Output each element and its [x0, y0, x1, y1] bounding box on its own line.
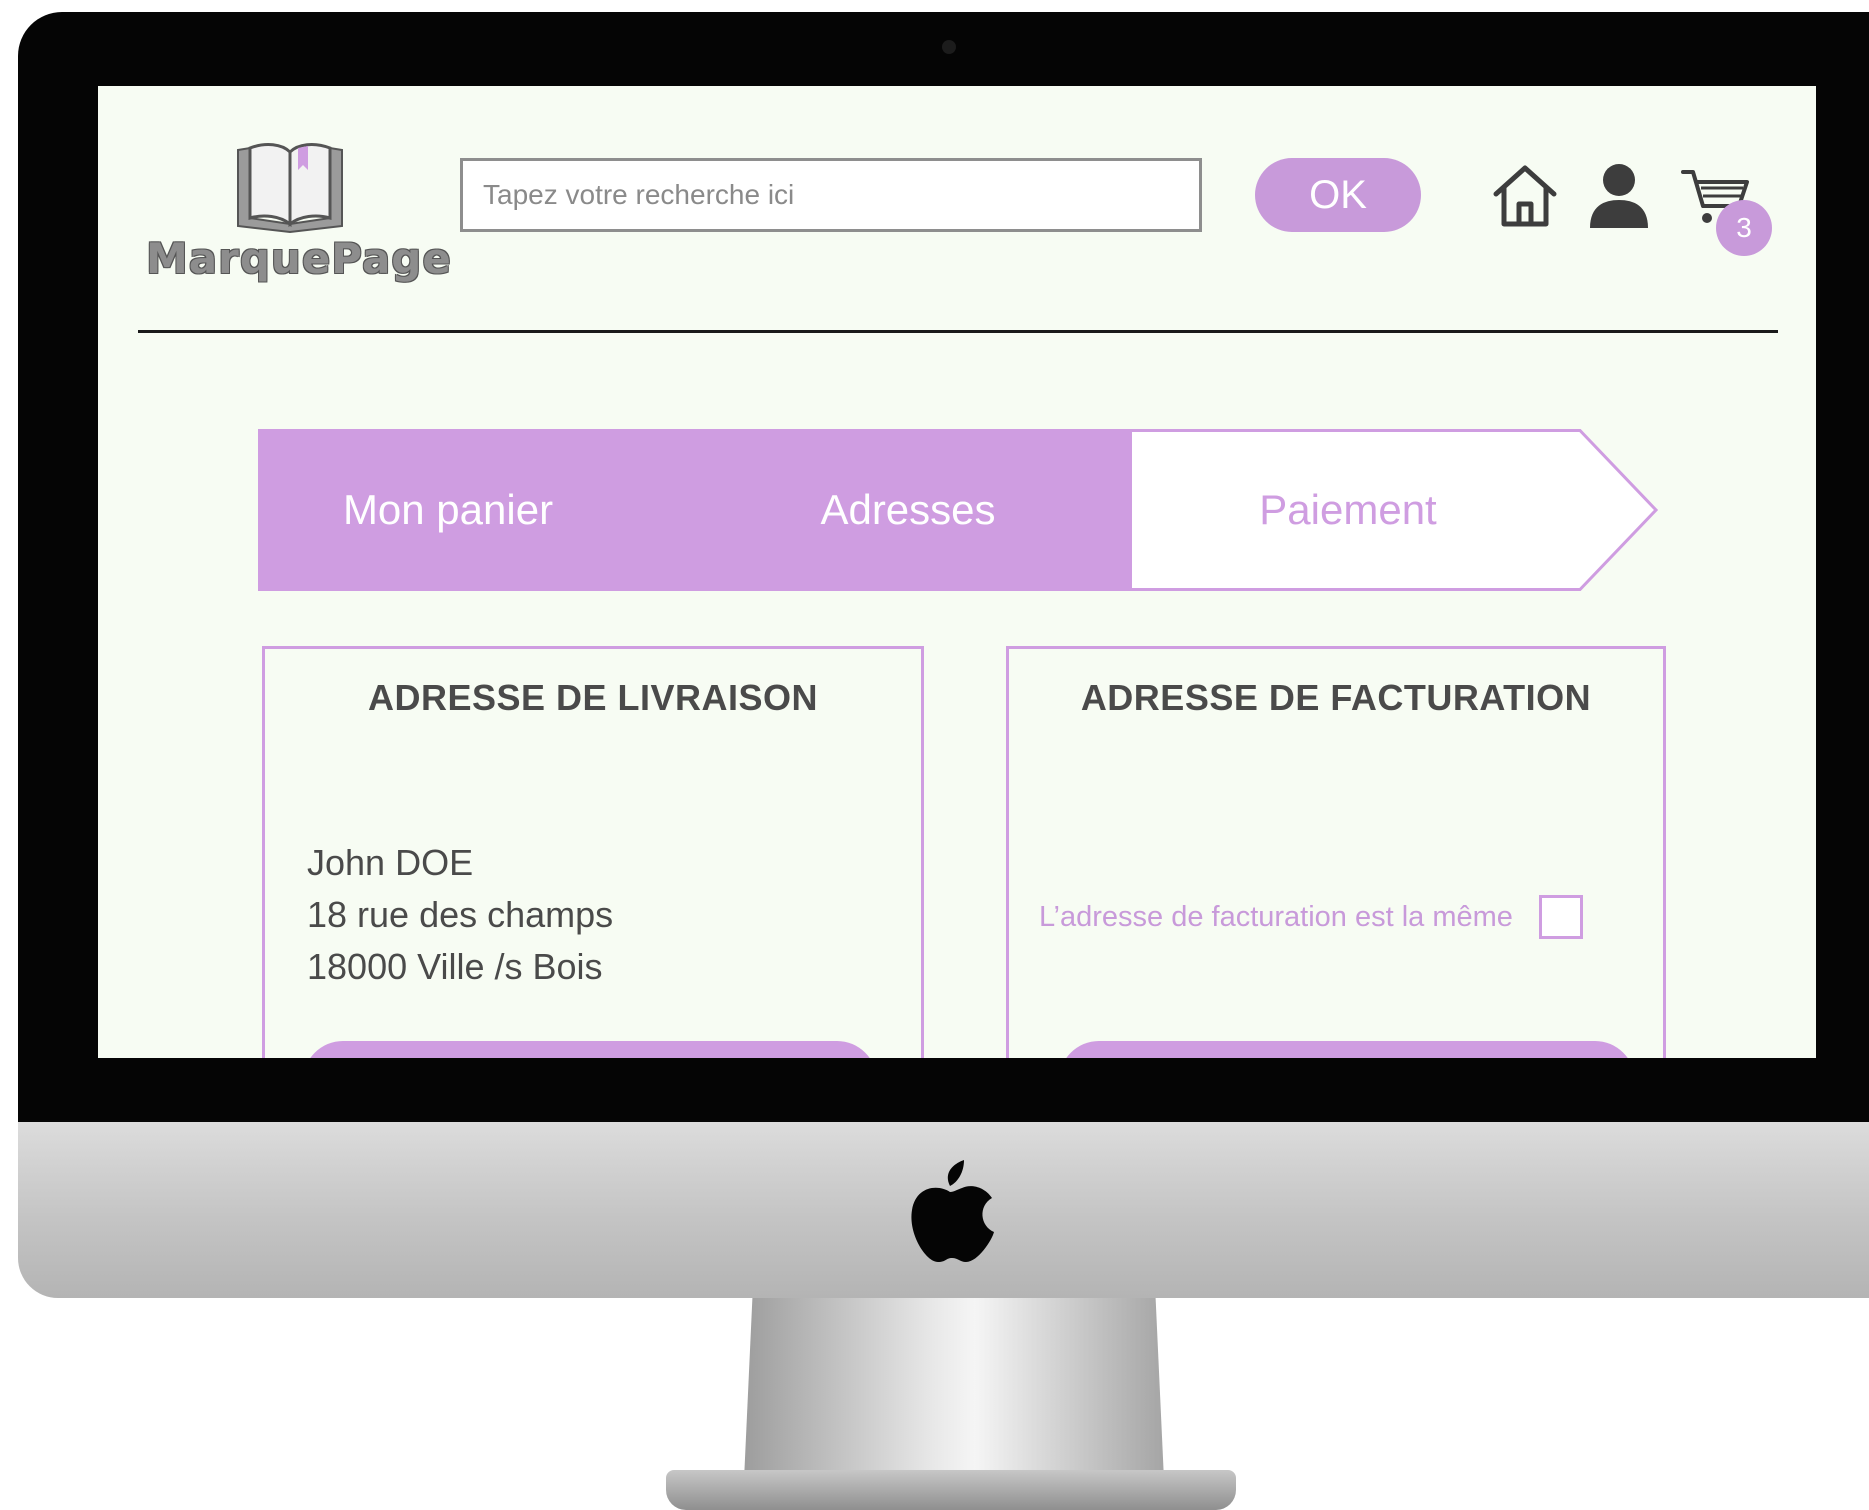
search-ok-button[interactable]: OK: [1255, 158, 1421, 232]
delivery-card-button[interactable]: [303, 1041, 877, 1058]
address-line-city: 18000 Ville /s Bois: [307, 946, 603, 987]
screen: MarquePage OK 3 Mon panier Adresses Paie…: [98, 86, 1816, 1058]
book-icon: [237, 143, 343, 234]
home-icon[interactable]: [1490, 160, 1560, 230]
user-icon[interactable]: [1588, 162, 1650, 230]
brand-logo[interactable]: MarquePage: [146, 140, 452, 290]
same-address-checkbox[interactable]: [1538, 895, 1583, 939]
camera-dot: [942, 40, 956, 54]
search-input[interactable]: [460, 158, 1202, 232]
header-divider: [138, 330, 1778, 333]
apple-icon: [911, 1160, 994, 1262]
billing-card-button[interactable]: [1059, 1041, 1635, 1058]
same-address-label: L’adresse de facturation est la même: [1039, 900, 1513, 933]
step-mon-panier[interactable]: Mon panier: [298, 429, 598, 591]
address-line-name: John DOE: [307, 842, 474, 883]
delivery-address-lines: John DOE 18 rue des champs 18000 Ville /…: [307, 837, 613, 993]
cart-count-badge: 3: [1716, 200, 1772, 256]
brand-name: MarquePage: [146, 234, 452, 283]
step-paiement[interactable]: Paiement: [1198, 429, 1498, 591]
same-address-row: L’adresse de facturation est la même: [1039, 895, 1583, 939]
imac-stand-foot: [666, 1470, 1236, 1510]
delivery-address-title: ADRESSE DE LIVRAISON: [367, 677, 819, 718]
imac-stand: [744, 1298, 1164, 1480]
checkout-stepper: Mon panier Adresses Paiement: [258, 429, 1658, 591]
step-adresses[interactable]: Adresses: [758, 429, 1058, 591]
billing-address-title: ADRESSE DE FACTURATION: [1080, 677, 1592, 718]
billing-address-card: ADRESSE DE FACTURATION L’adresse de fact…: [1006, 646, 1666, 1058]
delivery-address-card: ADRESSE DE LIVRAISON John DOE 18 rue des…: [262, 646, 924, 1058]
address-line-street: 18 rue des champs: [307, 894, 614, 935]
